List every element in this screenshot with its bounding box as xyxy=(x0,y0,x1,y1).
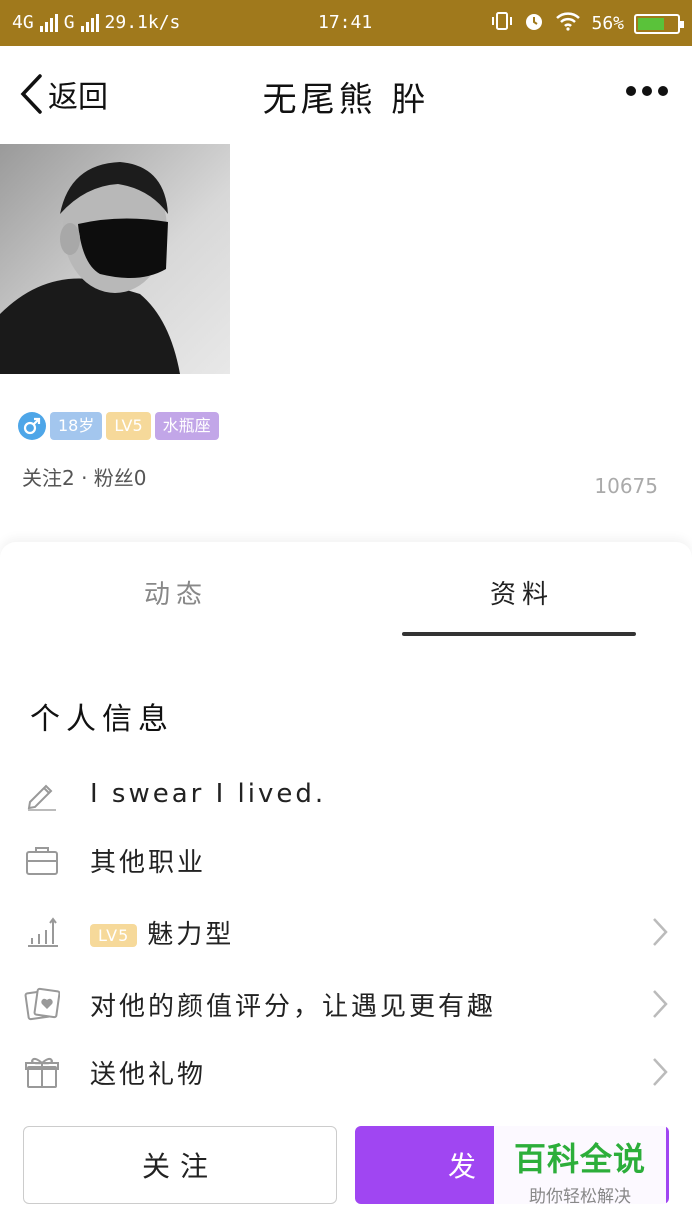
network-speed: 29.1k/s xyxy=(104,12,181,33)
chart-up-icon xyxy=(24,914,60,950)
watermark-logo: 百科全说 助你轻松解决 xyxy=(494,1124,666,1208)
follow-stats[interactable]: 关注2 · 粉丝0 xyxy=(22,462,147,491)
signature-text: I swear I lived. xyxy=(90,779,327,809)
more-icon[interactable] xyxy=(626,86,668,96)
wifi-icon xyxy=(555,11,581,36)
gift-icon xyxy=(24,1054,60,1090)
charm-text: LV5 魅力型 xyxy=(90,914,234,951)
follow-button[interactable]: 关注 xyxy=(23,1126,337,1204)
network-4g-label: 4G xyxy=(12,12,34,33)
age-badge: 18岁 xyxy=(50,412,103,440)
rate-text: 对他的颜值评分，让遇见更有趣 xyxy=(90,991,497,1022)
watermark-title: 百科全说 xyxy=(513,1140,646,1178)
level-badge: LV5 xyxy=(106,412,151,440)
signature-row: I swear I lived. xyxy=(0,764,692,824)
rate-row[interactable]: 对他的颜值评分，让遇见更有趣 xyxy=(0,974,692,1034)
occupation-row: 其他职业 xyxy=(0,830,692,890)
briefcase-icon xyxy=(24,842,60,878)
tab-posts[interactable]: 动态 xyxy=(144,574,208,611)
signal-icon-2 xyxy=(80,13,99,32)
battery-icon xyxy=(634,13,684,34)
avatar[interactable] xyxy=(0,144,230,374)
male-icon xyxy=(18,412,46,440)
message-label: 发 xyxy=(447,1150,486,1183)
alarm-icon xyxy=(523,10,545,37)
charm-level-badge: LV5 xyxy=(90,923,138,947)
occupation-text: 其他职业 xyxy=(90,847,207,878)
chevron-right-icon xyxy=(653,918,668,946)
nav-bar: 返回 无尾熊 肸 xyxy=(0,46,692,144)
status-right: 56% xyxy=(491,10,684,37)
gift-row[interactable]: 送他礼物 xyxy=(0,1042,692,1102)
chevron-right-icon xyxy=(653,990,668,1018)
battery-percent: 56% xyxy=(591,13,624,34)
page-title: 无尾熊 肸 xyxy=(262,80,430,120)
watermark-subtitle: 助你轻松解决 xyxy=(529,1187,631,1207)
visit-count: 10675 xyxy=(594,474,658,498)
status-bar: 4G G 29.1k/s 17:41 56% xyxy=(0,0,692,46)
tab-profile[interactable]: 资料 xyxy=(490,574,554,611)
tab-active-indicator xyxy=(402,632,636,636)
charm-row[interactable]: LV5 魅力型 xyxy=(0,902,692,962)
pencil-icon xyxy=(24,776,60,812)
vibrate-icon xyxy=(491,10,513,37)
profile-badges: 18岁 LV5 水瓶座 xyxy=(18,412,219,440)
status-time: 17:41 xyxy=(318,12,373,33)
status-left: 4G G 29.1k/s xyxy=(12,12,180,33)
network-g-label: G xyxy=(63,12,75,33)
section-title: 个人信息 xyxy=(30,702,174,737)
gift-text: 送他礼物 xyxy=(90,1059,207,1090)
photo-heart-icon xyxy=(24,986,61,1022)
signal-icon xyxy=(39,13,58,32)
zodiac-badge: 水瓶座 xyxy=(154,412,219,440)
charm-type: 魅力型 xyxy=(147,919,235,950)
chevron-right-icon xyxy=(653,1058,668,1086)
